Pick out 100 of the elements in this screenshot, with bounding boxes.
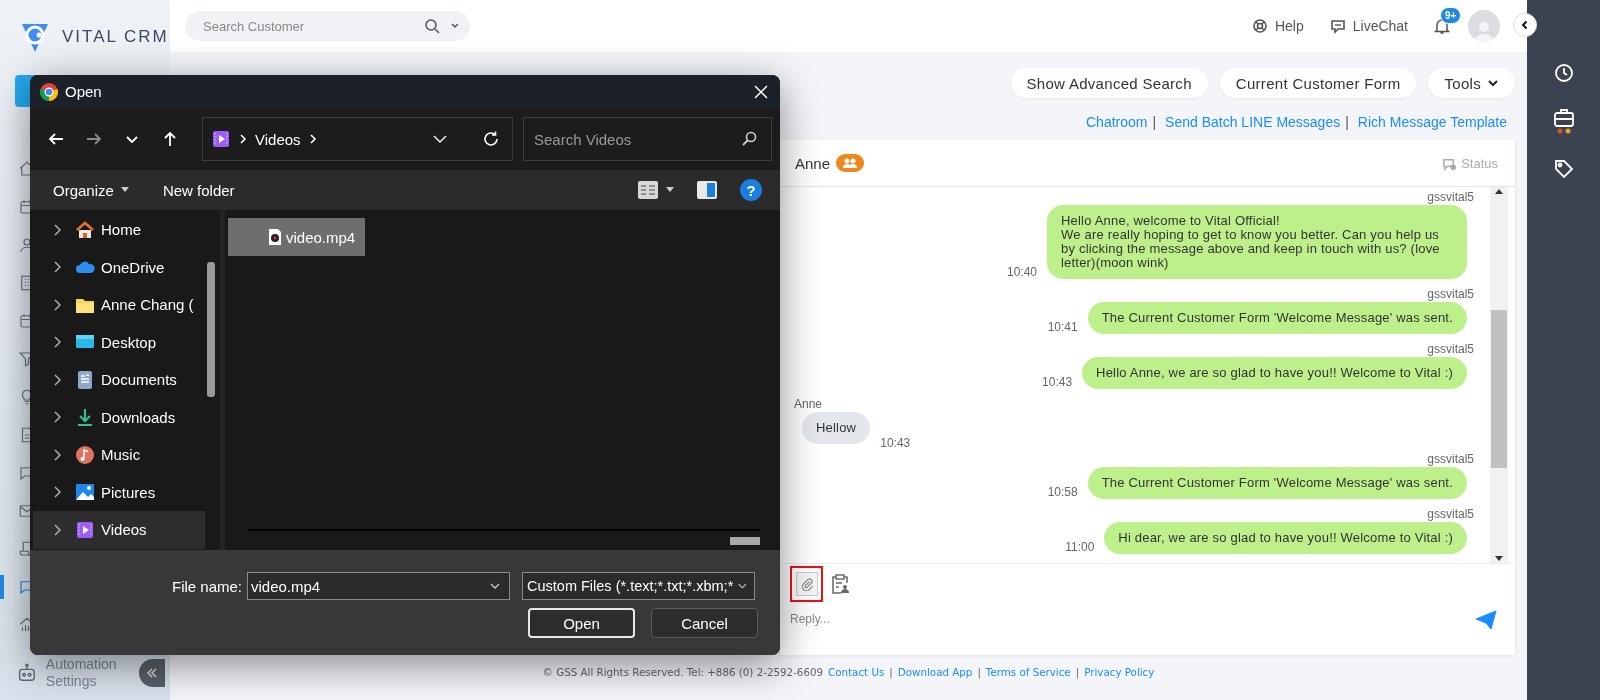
scrollbar[interactable] [248, 529, 760, 545]
videos-folder-icon [211, 129, 231, 149]
toolbar-button[interactable]: Show Advanced Search [1010, 68, 1208, 98]
caret-down-icon [120, 187, 129, 193]
message-bubble: Hellow [802, 412, 871, 444]
view-list-icon[interactable] [637, 180, 659, 200]
sender-name: gssvital5 [1427, 453, 1474, 466]
address-bar[interactable]: Videos [202, 117, 513, 161]
tag-icon[interactable] [1553, 159, 1574, 179]
nav-item[interactable]: OneDrive [33, 248, 205, 286]
refresh-icon[interactable] [482, 130, 500, 148]
file-name-input[interactable]: video.mp4 [251, 577, 489, 595]
chevron-icon[interactable] [53, 222, 63, 237]
nav-item[interactable]: Documents [33, 361, 205, 399]
chevron-icon[interactable] [53, 297, 63, 312]
search-field[interactable]: Search Videos [523, 117, 772, 161]
copyright-text: © GSS All Rights Reserved. Tel: +886 (0) 2-2592-6609 [542, 666, 824, 678]
app-logo-text: VITAL CRM [62, 27, 169, 47]
nav-item[interactable]: Pictures [33, 473, 205, 511]
search-input[interactable]: Search Customer [201, 17, 414, 35]
send-icon[interactable] [1475, 610, 1497, 630]
separator: | [1345, 114, 1349, 130]
file-type-dropdown[interactable]: Custom Files (*.text;*.txt;*.xbm;* [522, 572, 755, 600]
downloads-icon [75, 407, 95, 428]
message-bubble: Hello Anne, welcome to Vital Official! We are really hoping to get to know you better. Can you help us by clicking the message above and keep in touch with us? (love letter)(moon wink) [1047, 205, 1467, 279]
caret-down-icon[interactable] [666, 187, 674, 193]
chevron-icon[interactable] [53, 410, 63, 425]
chevron-left-icon [1520, 20, 1530, 30]
search-icon[interactable] [424, 18, 440, 34]
message-time: 10:41 [1047, 320, 1078, 334]
chat-icon[interactable] [1329, 18, 1346, 34]
bell-icon[interactable] [1434, 17, 1450, 35]
paperclip-icon [799, 577, 814, 591]
chevron-right-icon [239, 134, 247, 144]
caret-down-icon[interactable] [1494, 553, 1504, 563]
caret-up-icon[interactable] [1494, 187, 1504, 197]
chevron-icon[interactable] [53, 485, 63, 500]
search-input[interactable]: Search Videos [532, 129, 741, 149]
search-field[interactable]: Search Customer [185, 11, 470, 41]
toolbar-button[interactable]: Current Customer Form [1219, 68, 1417, 98]
app-icon [39, 81, 59, 102]
documents-icon [75, 369, 95, 390]
help-button[interactable]: ? [740, 179, 762, 201]
video-file-icon [268, 228, 282, 246]
message-time: 10:40 [1006, 265, 1037, 279]
briefcase-icon[interactable] [1552, 108, 1575, 134]
nav-item[interactable]: Home [33, 211, 205, 249]
clock-icon[interactable] [1553, 63, 1574, 83]
chevron-icon[interactable] [53, 260, 63, 275]
scrollbar[interactable] [1490, 187, 1508, 563]
sender-name: Anne [794, 398, 823, 411]
chevron-icon[interactable] [53, 335, 63, 350]
separator: | [977, 666, 981, 678]
chevron-right-icon [308, 134, 317, 144]
command-button[interactable]: New folder [162, 181, 235, 199]
message-bubble: Hi dear, we are so glad to have you!! Welcome to Vital :) [1104, 522, 1467, 554]
file-name-field[interactable]: video.mp4 [247, 572, 510, 600]
separator: | [1152, 114, 1157, 130]
collapse-toggle[interactable] [1513, 13, 1537, 37]
close-icon[interactable] [754, 84, 768, 99]
preview-pane-icon[interactable] [696, 180, 718, 200]
file-item[interactable]: video.mp4 [228, 218, 365, 256]
chevron-down-icon[interactable] [450, 21, 460, 31]
header-link[interactable]: LiveChat [1352, 18, 1408, 34]
message-bubble: The Current Customer Form 'Welcome Message' was sent. [1087, 467, 1467, 499]
dialog-button[interactable]: Cancel [651, 608, 758, 638]
group-badge-icon [836, 154, 865, 172]
pictures-icon [75, 482, 95, 503]
home-icon [75, 219, 95, 240]
contact-name: Anne [795, 154, 831, 172]
nav-item[interactable]: Desktop [33, 323, 205, 361]
command-button[interactable]: Organize [53, 181, 129, 199]
separator: | [1075, 666, 1080, 678]
message-time: 10:43 [880, 436, 911, 450]
dialog-button[interactable]: Open [528, 608, 635, 638]
sender-name: gssvital5 [1427, 191, 1474, 204]
chevron-icon[interactable] [53, 372, 63, 387]
breadcrumb-item[interactable]: Videos [255, 130, 301, 148]
sender-name: gssvital5 [1427, 288, 1474, 301]
nav-item[interactable]: Anne Chang ( [33, 286, 205, 324]
clipboard-user-icon[interactable] [831, 574, 849, 594]
lifebuoy-icon[interactable] [1251, 18, 1268, 34]
message-bubble: Hello Anne, we are so glad to have you!! Welcome to Vital :) [1082, 357, 1467, 389]
message-time: 10:58 [1047, 485, 1078, 499]
attach-button[interactable] [795, 572, 818, 596]
header-link[interactable]: Help [1274, 18, 1304, 34]
chevron-icon[interactable] [53, 447, 63, 462]
chevron-down-icon [1487, 77, 1499, 89]
double-chevron-left-icon [146, 667, 159, 679]
chevron-icon[interactable] [53, 522, 63, 537]
nav-item[interactable]: Music [33, 436, 205, 474]
toolbar-button[interactable]: Tools [1428, 68, 1515, 98]
search-icon[interactable] [741, 131, 757, 147]
field-label: File name: [170, 577, 242, 595]
nav-item[interactable]: Videos [33, 511, 205, 549]
collapse-button[interactable] [139, 659, 165, 687]
nav-item[interactable]: Downloads [33, 398, 205, 436]
sender-name: gssvital5 [1427, 343, 1474, 356]
message-bubble: The Current Customer Form 'Welcome Message' was sent. [1087, 302, 1467, 334]
message-time: 11:00 [1065, 540, 1095, 554]
